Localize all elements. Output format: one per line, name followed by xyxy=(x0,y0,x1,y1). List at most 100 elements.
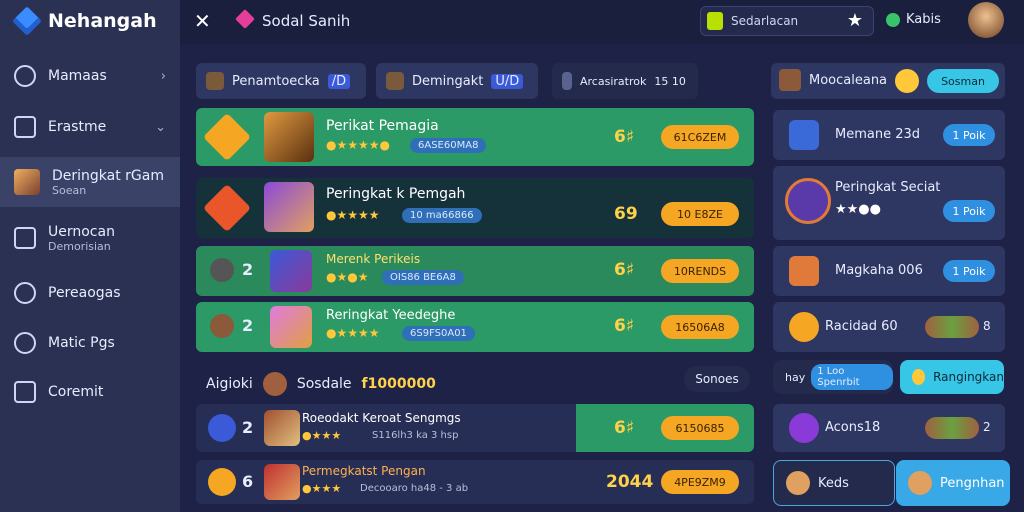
sidebar-item-sub: Soean xyxy=(52,183,87,197)
rating-stars: ●★★★ xyxy=(302,482,342,495)
sosman-button[interactable]: Sosman xyxy=(927,69,999,93)
right-card[interactable]: Peringkat Seciat ★★●● 1 Poik xyxy=(773,166,1005,240)
row-tag: 6ASE60MA8 xyxy=(410,138,487,153)
card-pill-button[interactable]: 1 Poik xyxy=(943,200,995,222)
right-card[interactable]: Racidad 60 8 xyxy=(773,302,1005,352)
chevron-down-icon: ⌄ xyxy=(155,119,166,135)
filter-icon xyxy=(206,72,224,90)
sidebar-item-mamaas[interactable]: Mamaas › xyxy=(0,51,180,101)
kaibs-button[interactable]: Kabis xyxy=(886,12,941,27)
row-title: Peringkat k Pemgah xyxy=(326,186,466,202)
app-logo[interactable]: Nehangah xyxy=(12,6,157,36)
sidebar-item-deringkat[interactable]: Deringkat rGam Soean xyxy=(0,157,180,207)
sidebar-item-label: Pereaogas xyxy=(48,285,121,301)
search-input[interactable]: Sedarlacan ★ xyxy=(700,6,874,36)
filter-arcasiratrok[interactable]: Arcasiratrok 15 10 xyxy=(552,63,698,99)
row-action-button[interactable]: 16506A8 xyxy=(661,315,739,339)
row-score: 69 xyxy=(614,204,638,224)
avatar-group xyxy=(925,316,979,338)
sidebar-item-pereaogas[interactable]: Pereaogas xyxy=(0,268,180,318)
sidebar-item-matic-pgs[interactable]: Matic Pgs xyxy=(0,318,180,368)
coin-icon xyxy=(912,369,926,385)
card-title: Peringkat Seciat xyxy=(835,180,941,195)
check-icon xyxy=(14,227,36,249)
badge-icon xyxy=(707,12,723,30)
sidebar-item-coremit[interactable]: Coremit xyxy=(0,367,180,417)
row-title: Roeodakt Keroat Sengmgs xyxy=(302,411,461,425)
card-icon xyxy=(789,413,819,443)
card-pill-button[interactable]: 1 Poik xyxy=(943,124,995,146)
table-row[interactable]: Perikat Pemagia ●★★★★● 6ASE60MA8 6♯ 61C6… xyxy=(196,108,754,166)
game-image xyxy=(270,306,312,348)
chevron-right-icon: › xyxy=(160,68,166,84)
star-icon[interactable]: ★ xyxy=(847,10,863,31)
sosman-label: Sosman xyxy=(941,74,985,88)
avatar-group xyxy=(925,417,979,439)
filter-icon xyxy=(386,72,404,90)
sidebar-item-label: Uernocan xyxy=(48,223,115,240)
close-icon[interactable]: ✕ xyxy=(194,9,211,33)
row-action-button[interactable]: 4PE9ZM9 xyxy=(661,470,739,494)
filter-extra: U/D xyxy=(491,73,524,89)
row-title: Perikat Pemagia xyxy=(326,118,439,134)
row-action-button[interactable]: 10 E8ZE xyxy=(661,202,739,226)
game-image xyxy=(264,410,300,446)
sonoes-label: Sonoes xyxy=(695,372,739,386)
rangingkan-button[interactable]: Rangingkan xyxy=(900,360,1004,394)
game-icon xyxy=(779,69,801,91)
right-mid-tag[interactable]: 1 Loo Spenrbit xyxy=(811,364,893,390)
row-rank: 2 xyxy=(242,260,254,279)
row-sub: S116lh3 ka 3 hsp xyxy=(372,430,459,441)
game-image xyxy=(264,112,314,162)
card-title: Racidad 60 xyxy=(825,319,898,334)
keds-button[interactable]: Keds xyxy=(773,460,895,506)
sidebar-item-erastme[interactable]: Erastme ⌄ xyxy=(0,102,180,152)
pengnhan-button[interactable]: Pengnhan xyxy=(896,460,1010,506)
card-pill-button[interactable]: 1 Poik xyxy=(943,260,995,282)
card-avatar-icon xyxy=(785,178,831,224)
table-row[interactable]: 2 Roeodakt Keroat Sengmgs ●★★★ S116lh3 k… xyxy=(196,404,754,452)
table-row[interactable]: 6 Permegkatst Pengan ●★★★ Decooaro ha48 … xyxy=(196,460,754,504)
row-rank: 6 xyxy=(242,472,254,491)
right-card[interactable]: Magkaha 006 1 Poik xyxy=(773,246,1005,296)
right-card[interactable]: Acons18 2 xyxy=(773,404,1005,452)
search-icon xyxy=(14,332,36,354)
filter-nums: 15 10 xyxy=(654,74,686,88)
card-title: Magkaha 006 xyxy=(835,263,923,278)
right-header-title: Moocaleana xyxy=(809,73,888,88)
row-tag: OIS86 BE6A8 xyxy=(382,270,464,285)
filter-penamtoecka[interactable]: Penamtoecka/D xyxy=(196,63,366,99)
card-count: 8 xyxy=(983,319,991,333)
rank-avatar-icon xyxy=(210,258,234,282)
rank-avatar-icon xyxy=(208,414,236,442)
game-thumb-icon xyxy=(14,169,40,195)
sidebar-item-uernocan[interactable]: Uernocan Demorisian xyxy=(0,213,180,263)
rank-avatar-icon xyxy=(208,468,236,496)
search-text: Sedarlacan xyxy=(731,14,799,28)
row-action-button[interactable]: 6150685 xyxy=(661,416,739,440)
rating-stars: ★★●● xyxy=(835,202,881,217)
game-image xyxy=(264,464,300,500)
logo-icon xyxy=(12,6,42,36)
game-image xyxy=(270,250,312,292)
row-tag: 10 ma66866 xyxy=(402,208,482,223)
table-row[interactable]: 2 Merenk Perikeis ●★●★ OIS86 BE6A8 6♯ 10… xyxy=(196,246,754,296)
table-row[interactable]: Peringkat k Pemgah ●★★★★ 10 ma66866 69 1… xyxy=(196,178,754,238)
right-mid-bar: hay 1 Loo Spenrbit xyxy=(773,360,893,394)
row-sub: Decooaro ha48 - 3 ab xyxy=(360,483,469,494)
right-mid-label: hay xyxy=(785,370,806,384)
rating-stars: ●★●★ xyxy=(326,270,369,284)
avatar[interactable] xyxy=(968,2,1004,38)
rating-stars: ●★★★★ xyxy=(326,208,380,222)
card-icon xyxy=(789,256,819,286)
row-action-button[interactable]: 10RENDS xyxy=(661,259,739,283)
row-score: 6♯ xyxy=(614,260,635,280)
sonoes-button[interactable]: Sonoes xyxy=(684,366,750,392)
filter-demingakt[interactable]: Demingakt U/D xyxy=(376,63,538,99)
app-name: Nehangah xyxy=(48,10,157,32)
table-row[interactable]: 2 Reringkat Yeedeghe ●★★★★ 6S9FS0A01 6♯ … xyxy=(196,302,754,352)
avatar xyxy=(908,471,932,495)
row-action-button[interactable]: 61C6ZEM xyxy=(661,125,739,149)
right-card[interactable]: Memane 23d 1 Poik xyxy=(773,110,1005,160)
summary-name: Sosdale xyxy=(296,376,352,392)
